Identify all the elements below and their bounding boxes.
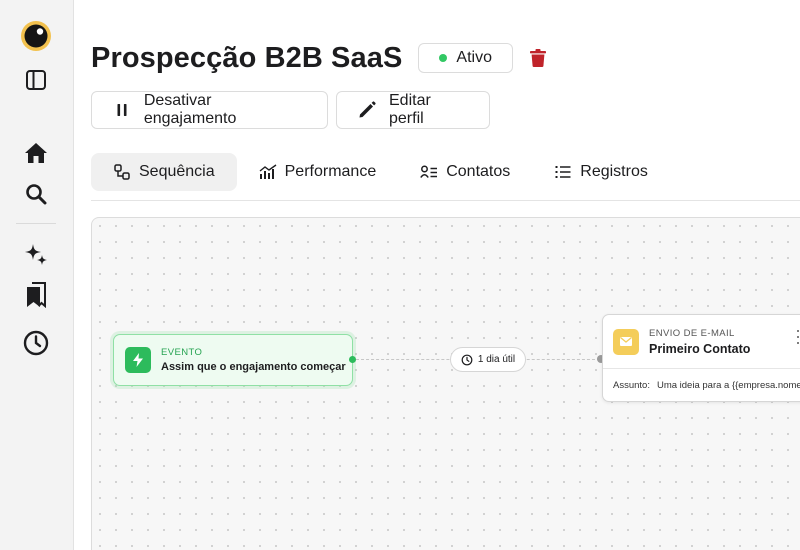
status-label: Ativo <box>456 49 492 66</box>
home-icon[interactable] <box>20 137 52 169</box>
email-node-kicker: ENVIO DE E-MAIL <box>649 327 735 339</box>
event-node-title: Assim que o engajamento começar <box>161 361 346 373</box>
tab-contacts-label: Contatos <box>446 163 511 180</box>
event-node[interactable]: EVENTO Assim que o engajamento começar <box>113 334 353 386</box>
sidebar-divider <box>16 223 56 224</box>
search-icon[interactable] <box>20 178 52 210</box>
sidebar <box>0 0 74 550</box>
email-node-title: Primeiro Contato <box>649 341 751 356</box>
email-subject-label: Assunto: <box>613 380 650 391</box>
list-icon <box>554 163 572 181</box>
tab-sequence-label: Sequência <box>139 163 215 180</box>
deactivate-engagement-button[interactable]: Desativar engajamento <box>91 91 328 129</box>
sidebar-panel-icon[interactable] <box>20 64 52 96</box>
sequence-icon <box>113 163 131 181</box>
tab-sequence[interactable]: Sequência <box>91 153 237 191</box>
delay-label: 1 dia útil <box>477 354 516 365</box>
email-node-header: ENVIO DE E-MAIL Primeiro Contato <box>603 315 800 369</box>
mail-icon <box>613 328 639 355</box>
eye-logo-icon[interactable] <box>20 20 52 52</box>
tab-contacts[interactable]: Contatos <box>398 153 532 191</box>
chart-icon <box>259 163 277 181</box>
tabs-divider <box>91 200 800 201</box>
page-header: Prospecção B2B SaaS Ativo <box>91 38 547 78</box>
tab-performance[interactable]: Performance <box>237 153 399 191</box>
status-badge: Ativo <box>418 43 513 73</box>
edit-profile-button[interactable]: Editar perfil <box>336 91 490 129</box>
tab-records-label: Registros <box>580 163 648 180</box>
email-subject-row: Assunto: Uma ideia para a {{empresa.nome <box>603 369 800 401</box>
tab-records[interactable]: Registros <box>532 153 670 191</box>
clock-icon <box>461 354 473 366</box>
email-subject-value: Uma ideia para a {{empresa.nome <box>656 380 800 391</box>
pause-icon <box>112 100 132 120</box>
event-node-kicker: EVENTO <box>161 347 203 358</box>
delay-pill[interactable]: 1 dia útil <box>450 347 526 372</box>
page-title: Prospecção B2B SaaS <box>91 41 403 74</box>
bookmarks-icon[interactable] <box>20 279 52 311</box>
sparkles-icon[interactable] <box>20 238 52 270</box>
tab-performance-label: Performance <box>284 163 377 180</box>
lightning-icon <box>125 347 151 373</box>
trash-icon <box>529 49 546 67</box>
delete-button[interactable] <box>529 48 547 68</box>
edit-profile-label: Editar perfil <box>389 92 431 127</box>
clock-icon[interactable] <box>20 327 52 359</box>
tab-bar: Sequência Performance Contatos Registros <box>91 153 670 191</box>
pencil-icon <box>357 100 377 120</box>
email-node[interactable]: ENVIO DE E-MAIL Primeiro Contato Assunto… <box>602 314 800 402</box>
contacts-icon <box>420 163 438 181</box>
event-node-output-handle[interactable] <box>349 356 356 363</box>
deactivate-engagement-label: Desativar engajamento <box>143 92 237 127</box>
status-dot <box>439 54 448 62</box>
